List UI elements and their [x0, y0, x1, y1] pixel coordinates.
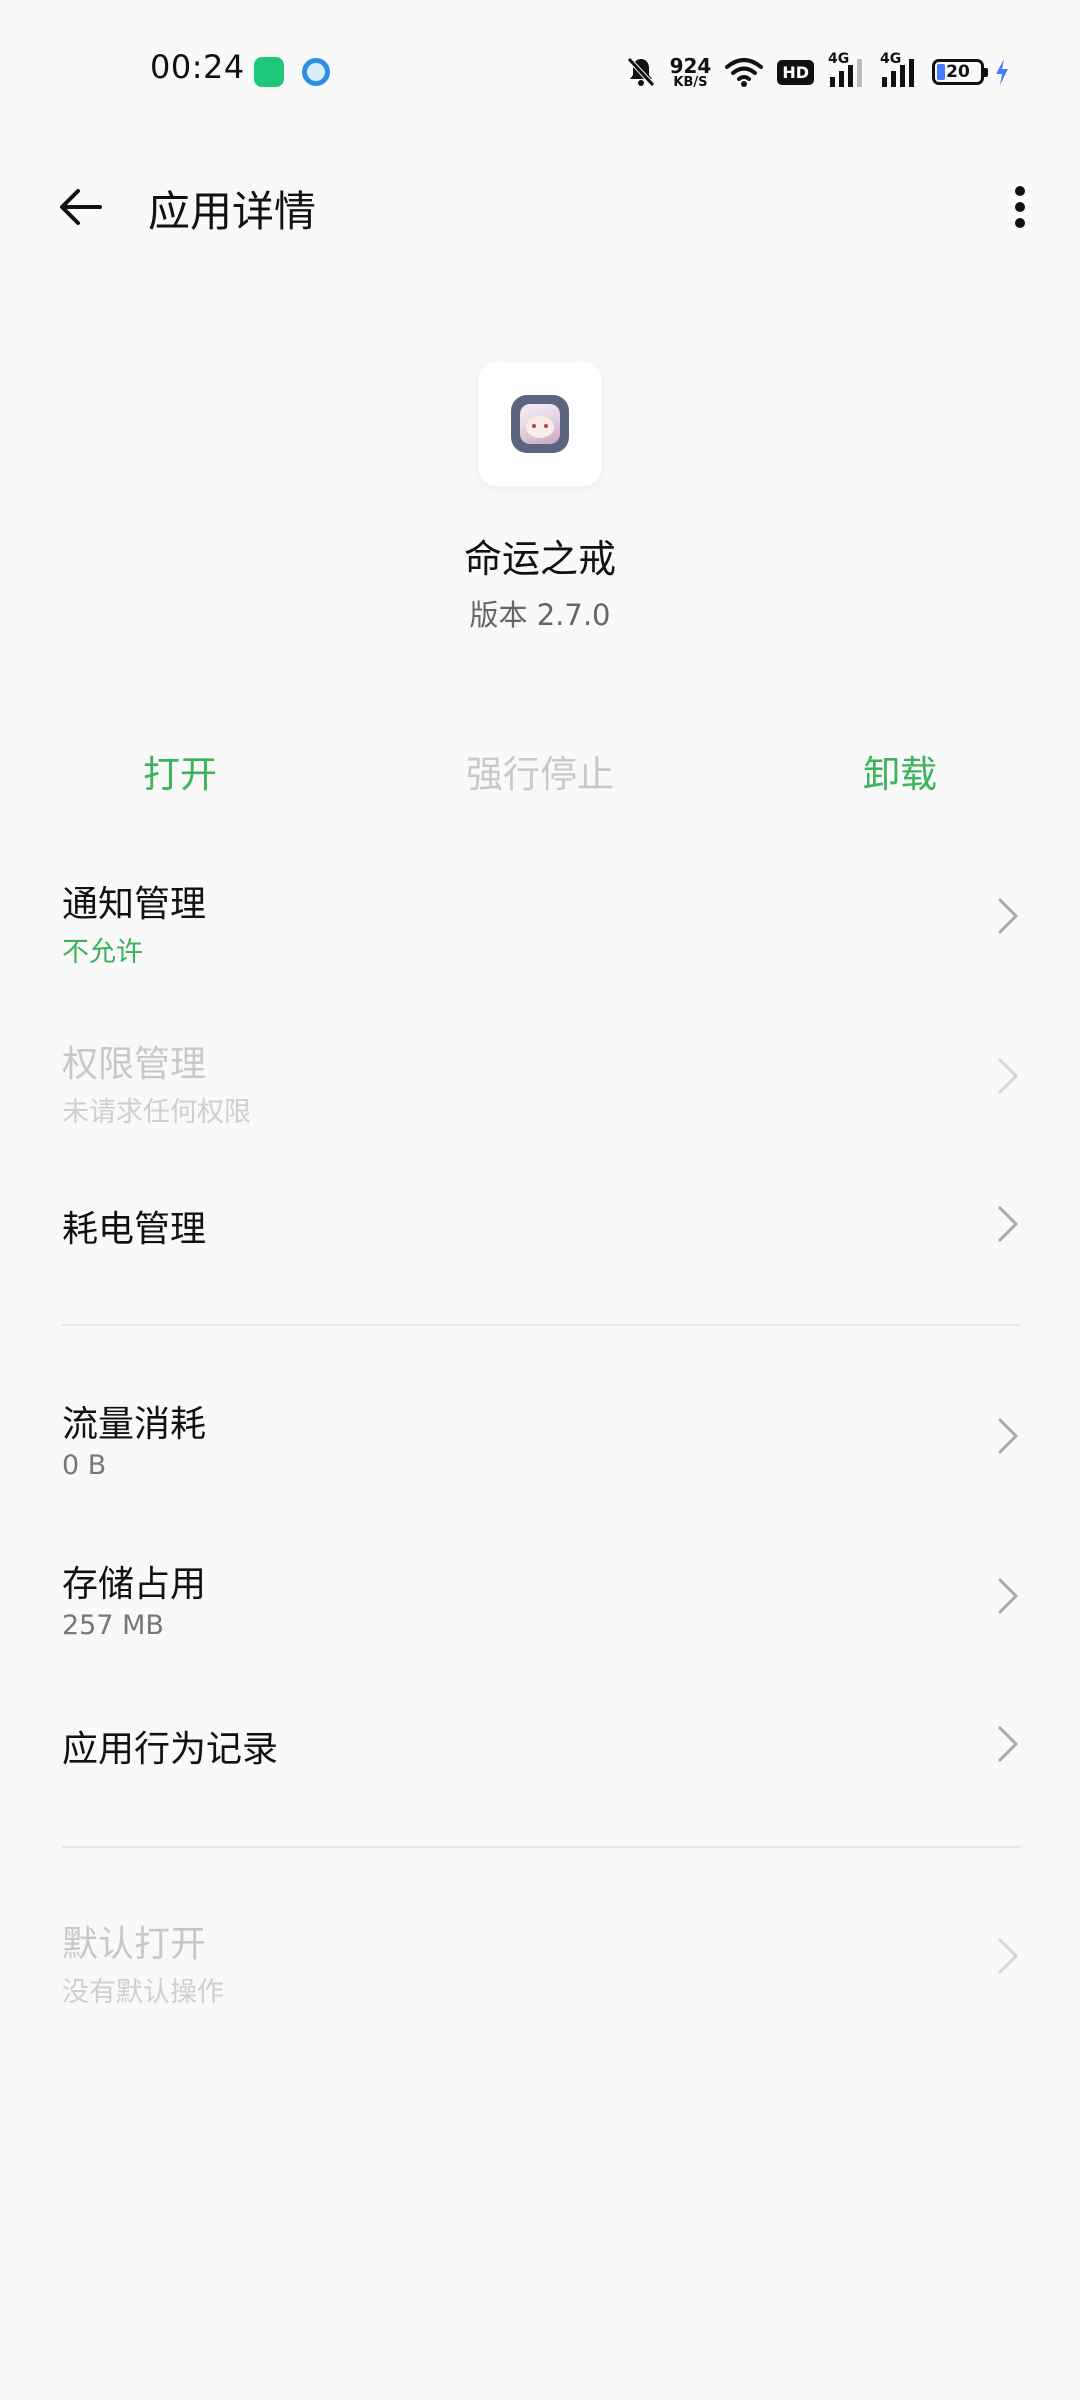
chevron-right-icon: [998, 1938, 1018, 1974]
row-subtitle: 0 B: [62, 1450, 107, 1481]
row-battery-management[interactable]: 耗电管理: [0, 1180, 1080, 1270]
chevron-right-icon: [998, 1058, 1018, 1094]
app-bar: 应用详情: [0, 150, 1080, 260]
battery-icon: 20: [932, 59, 988, 85]
open-button[interactable]: 打开: [0, 740, 360, 810]
hd-voice-badge: HD: [777, 59, 814, 85]
uninstall-button[interactable]: 卸载: [720, 740, 1080, 810]
battery-level: 20: [946, 62, 970, 82]
row-title: 通知管理: [62, 884, 207, 925]
app-name: 命运之戒: [463, 537, 616, 581]
row-title: 流量消耗: [62, 1404, 207, 1445]
row-title: 权限管理: [62, 1044, 207, 1085]
back-arrow-icon: [60, 189, 102, 225]
page-title: 应用详情: [148, 187, 317, 236]
signal-icon-sim2: 4G: [880, 51, 918, 89]
network-speed: 924 KB/S: [670, 56, 712, 89]
back-button[interactable]: [40, 172, 120, 242]
app-notification-icon: [254, 57, 284, 87]
charging-icon: [994, 58, 1010, 86]
app-icon: [478, 362, 602, 486]
row-default-open[interactable]: 默认打开 没有默认操作: [0, 1900, 1080, 2020]
status-indicators: 924 KB/S HD 4G 4G 20: [612, 50, 1010, 94]
row-subtitle: 未请求任何权限: [62, 1097, 251, 1128]
action-bar: 打开 强行停止 卸载: [0, 740, 1080, 810]
section-divider: [62, 1324, 1020, 1326]
signal-icon: 4G: [828, 51, 866, 89]
status-bar: 00:24 924 KB/S HD 4G 4G 20: [0, 0, 1080, 140]
mute-bell-icon: [626, 56, 656, 88]
more-options-button[interactable]: [990, 172, 1050, 242]
chevron-right-icon: [998, 1578, 1018, 1614]
row-storage-usage[interactable]: 存储占用 257 MB: [0, 1540, 1080, 1660]
chevron-right-icon: [998, 1726, 1018, 1762]
chevron-right-icon: [998, 1418, 1018, 1454]
sim2-network-label: 4G: [880, 51, 902, 67]
section-divider: [62, 1846, 1020, 1848]
app-version: 版本 2.7.0: [469, 598, 611, 632]
row-permission-management[interactable]: 权限管理 未请求任何权限: [0, 1020, 1080, 1140]
more-vert-icon: [1015, 186, 1025, 228]
row-title: 耗电管理: [62, 1209, 207, 1250]
chevron-right-icon: [998, 898, 1018, 934]
row-data-usage[interactable]: 流量消耗 0 B: [0, 1380, 1080, 1500]
chevron-right-icon: [998, 1206, 1018, 1242]
force-stop-button[interactable]: 强行停止: [360, 740, 720, 810]
browser-notification-icon: [302, 58, 330, 86]
sim1-network-label: 4G: [828, 51, 850, 67]
row-title: 应用行为记录: [62, 1729, 279, 1770]
row-app-behavior-record[interactable]: 应用行为记录: [0, 1700, 1080, 1790]
status-time: 00:24: [150, 48, 245, 86]
row-subtitle: 没有默认操作: [62, 1977, 224, 2008]
row-subtitle: 257 MB: [62, 1610, 164, 1641]
network-speed-unit: KB/S: [673, 74, 708, 90]
row-notification-management[interactable]: 通知管理 不允许: [0, 860, 1080, 980]
wifi-icon: [725, 56, 764, 88]
row-title: 默认打开: [62, 1924, 207, 1965]
row-title: 存储占用: [62, 1564, 207, 1605]
network-speed-value: 924: [669, 53, 712, 78]
row-subtitle: 不允许: [62, 937, 143, 968]
